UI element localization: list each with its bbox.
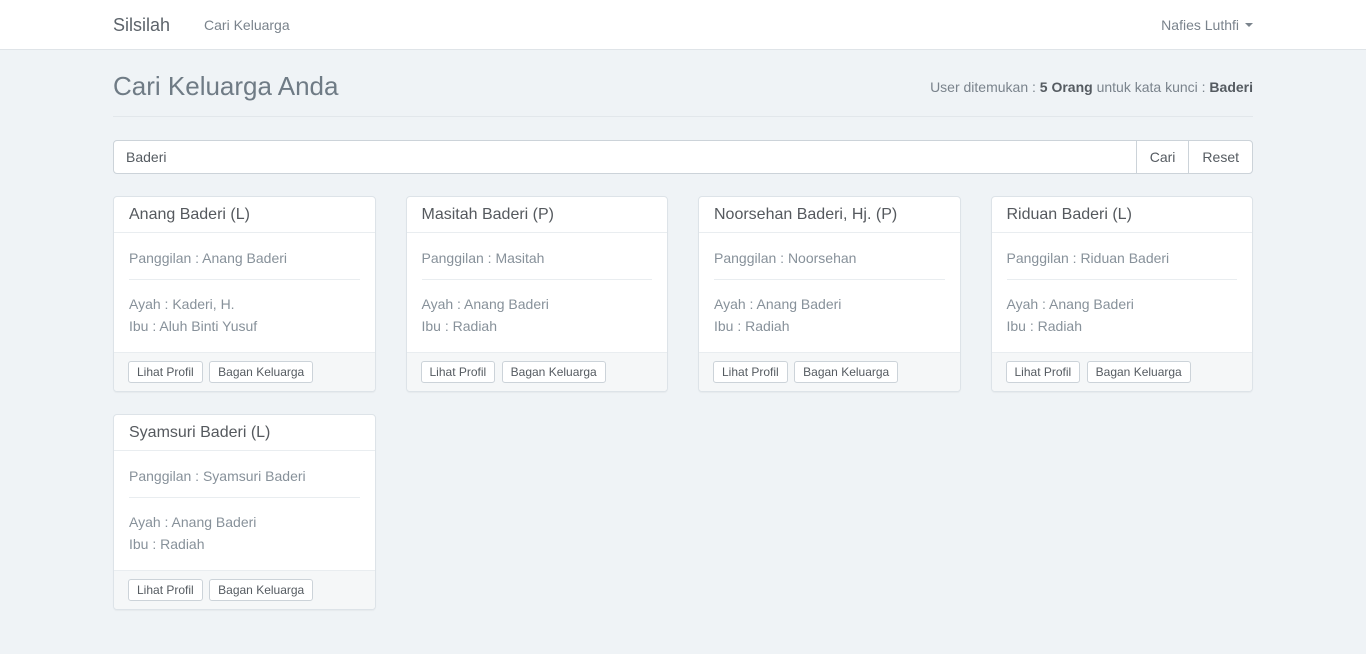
person-card: Anang Baderi (L) Panggilan : Anang Bader… — [113, 196, 376, 392]
person-panggilan: Panggilan : Noorsehan — [714, 250, 945, 266]
result-keyword: Baderi — [1209, 79, 1253, 95]
person-card: Syamsuri Baderi (L) Panggilan : Syamsuri… — [113, 414, 376, 610]
user-name: Nafies Luthfi — [1161, 17, 1239, 33]
chevron-down-icon — [1245, 23, 1253, 27]
cari-button[interactable]: Cari — [1136, 140, 1190, 174]
person-name: Riduan Baderi (L) — [992, 197, 1253, 233]
card-footer: Lihat Profil Bagan Keluarga — [114, 570, 375, 609]
search-form: Cari Reset — [113, 140, 1253, 174]
person-ayah: Ayah : Anang Baderi — [129, 511, 360, 533]
main-content: Cari Keluarga Anda User ditemukan : 5 Or… — [98, 50, 1268, 610]
divider — [1007, 279, 1238, 280]
person-card: Masitah Baderi (P) Panggilan : Masitah A… — [406, 196, 669, 392]
person-ibu: Ibu : Radiah — [422, 315, 653, 337]
top-navbar: Silsilah Cari Keluarga Nafies Luthfi — [0, 0, 1366, 50]
person-ayah: Ayah : Anang Baderi — [422, 293, 653, 315]
person-ibu: Ibu : Radiah — [714, 315, 945, 337]
user-menu[interactable]: Nafies Luthfi — [1161, 17, 1253, 33]
reset-button[interactable]: Reset — [1188, 140, 1253, 174]
person-details: Panggilan : Noorsehan Ayah : Anang Bader… — [699, 233, 960, 352]
card-footer: Lihat Profil Bagan Keluarga — [699, 352, 960, 391]
person-ayah: Ayah : Anang Baderi — [714, 293, 945, 315]
result-prefix: User ditemukan : — [930, 79, 1040, 95]
bagan-keluarga-button[interactable]: Bagan Keluarga — [502, 361, 606, 383]
person-ibu: Ibu : Radiah — [129, 533, 360, 555]
person-panggilan: Panggilan : Masitah — [422, 250, 653, 266]
person-ibu: Ibu : Radiah — [1007, 315, 1238, 337]
divider — [129, 497, 360, 498]
result-count: 5 Orang — [1040, 79, 1093, 95]
lihat-profil-button[interactable]: Lihat Profil — [1006, 361, 1081, 383]
lihat-profil-button[interactable]: Lihat Profil — [713, 361, 788, 383]
card-footer: Lihat Profil Bagan Keluarga — [407, 352, 668, 391]
divider — [422, 279, 653, 280]
result-summary: User ditemukan : 5 Orang untuk kata kunc… — [930, 79, 1253, 95]
divider — [129, 279, 360, 280]
card-footer: Lihat Profil Bagan Keluarga — [114, 352, 375, 391]
person-name: Syamsuri Baderi (L) — [114, 415, 375, 451]
bagan-keluarga-button[interactable]: Bagan Keluarga — [209, 579, 313, 601]
person-details: Panggilan : Riduan Baderi Ayah : Anang B… — [992, 233, 1253, 352]
bagan-keluarga-button[interactable]: Bagan Keluarga — [1087, 361, 1191, 383]
person-panggilan: Panggilan : Riduan Baderi — [1007, 250, 1238, 266]
person-details: Panggilan : Anang Baderi Ayah : Kaderi, … — [114, 233, 375, 352]
person-name: Noorsehan Baderi, Hj. (P) — [699, 197, 960, 233]
person-panggilan: Panggilan : Anang Baderi — [129, 250, 360, 266]
person-card: Riduan Baderi (L) Panggilan : Riduan Bad… — [991, 196, 1254, 392]
bagan-keluarga-button[interactable]: Bagan Keluarga — [209, 361, 313, 383]
result-middle: untuk kata kunci : — [1093, 79, 1210, 95]
bagan-keluarga-button[interactable]: Bagan Keluarga — [794, 361, 898, 383]
page-header: Cari Keluarga Anda User ditemukan : 5 Or… — [113, 50, 1253, 117]
person-name: Anang Baderi (L) — [114, 197, 375, 233]
nav-item-cari-keluarga[interactable]: Cari Keluarga — [204, 17, 290, 33]
person-card: Noorsehan Baderi, Hj. (P) Panggilan : No… — [698, 196, 961, 392]
person-details: Panggilan : Masitah Ayah : Anang Baderi … — [407, 233, 668, 352]
page-title: Cari Keluarga Anda — [113, 71, 338, 102]
person-ibu: Ibu : Aluh Binti Yusuf — [129, 315, 360, 337]
person-name: Masitah Baderi (P) — [407, 197, 668, 233]
person-ayah: Ayah : Kaderi, H. — [129, 293, 360, 315]
lihat-profil-button[interactable]: Lihat Profil — [421, 361, 496, 383]
person-details: Panggilan : Syamsuri Baderi Ayah : Anang… — [114, 451, 375, 570]
person-ayah: Ayah : Anang Baderi — [1007, 293, 1238, 315]
lihat-profil-button[interactable]: Lihat Profil — [128, 361, 203, 383]
card-footer: Lihat Profil Bagan Keluarga — [992, 352, 1253, 391]
lihat-profil-button[interactable]: Lihat Profil — [128, 579, 203, 601]
results-grid: Anang Baderi (L) Panggilan : Anang Bader… — [113, 196, 1253, 610]
divider — [714, 279, 945, 280]
app-brand[interactable]: Silsilah — [113, 15, 170, 36]
person-panggilan: Panggilan : Syamsuri Baderi — [129, 468, 360, 484]
search-input[interactable] — [113, 140, 1137, 174]
